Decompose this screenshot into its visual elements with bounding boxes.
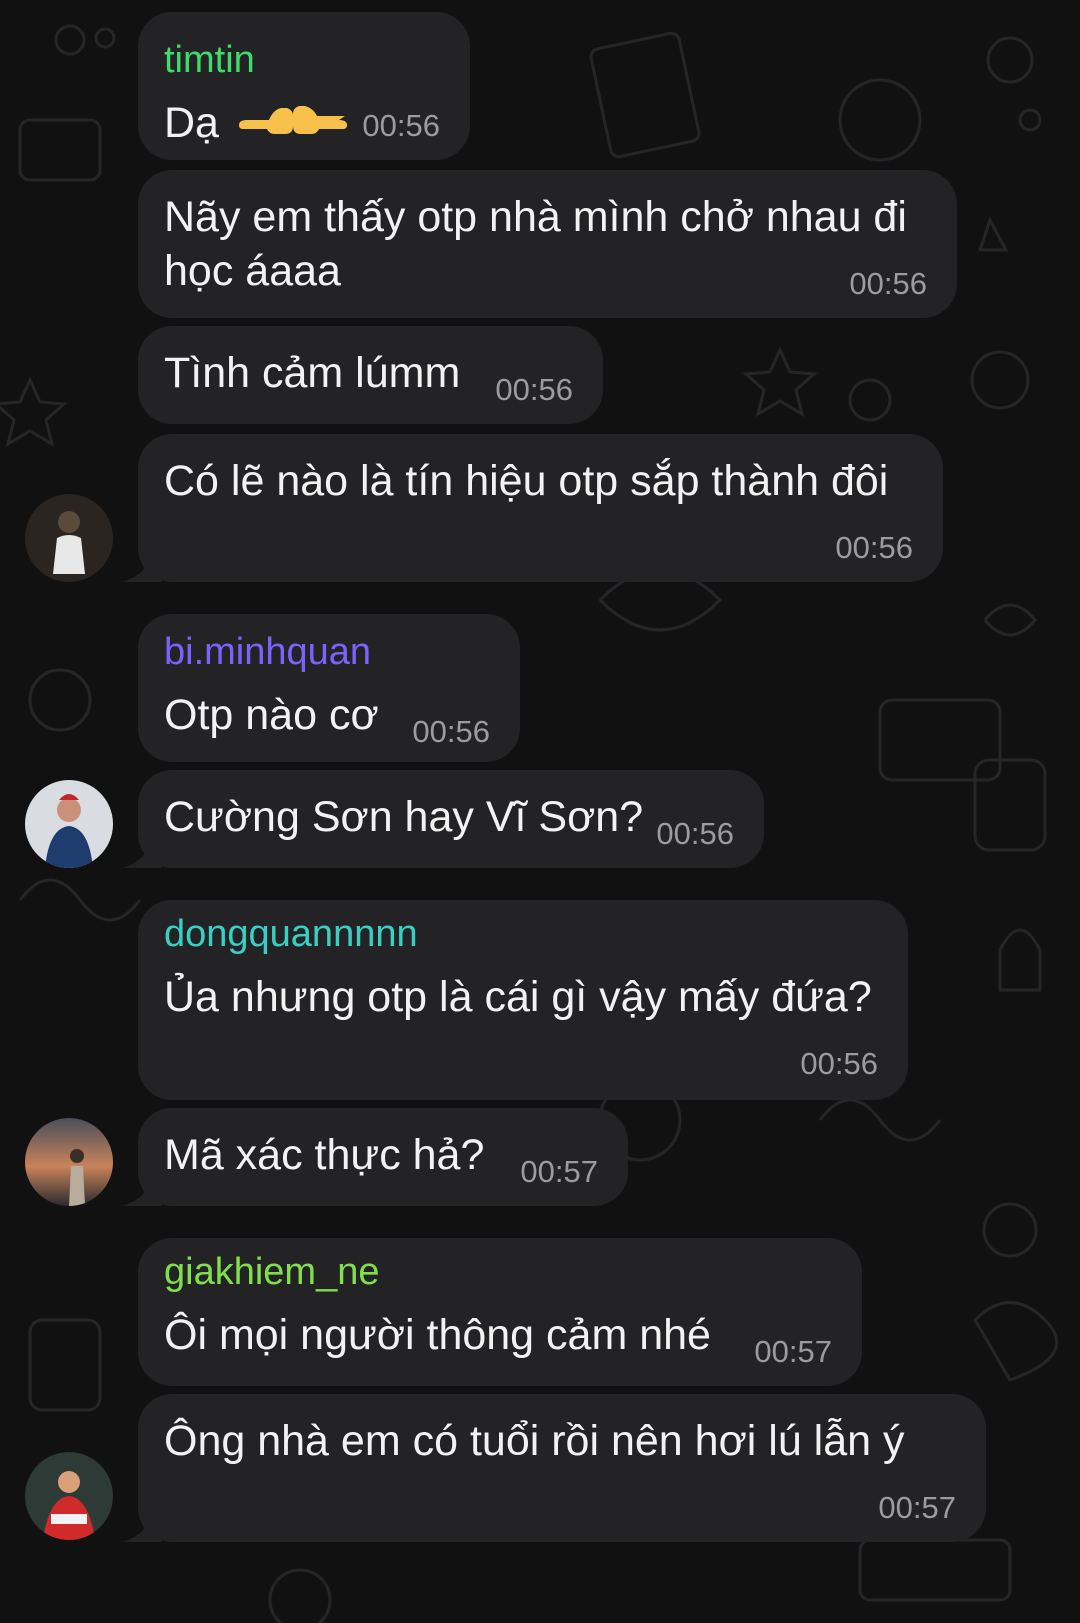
avatar[interactable] (25, 1452, 113, 1540)
message-text: Ôi mọi người thông cảm nhé (164, 1311, 711, 1359)
message-time: 00:56 (849, 266, 927, 301)
message-time: 00:56 (800, 1046, 878, 1081)
message-text-content: Dạ (164, 99, 219, 147)
avatar[interactable] (25, 1118, 113, 1206)
message-text: Ủa nhưng otp là cái gì vậy mấy đứa? (164, 973, 872, 1021)
sender-name[interactable]: dongquannnnn (164, 912, 418, 956)
avatar[interactable] (25, 780, 113, 868)
message-bubble[interactable]: Mã xác thực hả? 00:57 (122, 1108, 628, 1206)
message-bubble[interactable]: Cường Sơn hay Vĩ Sơn? 00:56 (122, 770, 764, 868)
message-bubble[interactable]: dongquannnnn Ủa nhưng otp là cái gì vậy … (138, 900, 908, 1100)
message-time: 00:57 (520, 1154, 598, 1189)
sender-name[interactable]: giakhiem_ne (164, 1250, 379, 1294)
message-bubble[interactable]: giakhiem_ne Ôi mọi người thông cảm nhé 0… (138, 1238, 862, 1386)
bubble-tail (122, 1176, 162, 1206)
message-text: Nãy em thấy otp nhà mình chở nhau đi học… (164, 193, 907, 295)
message-text: Có lẽ nào là tín hiệu otp sắp thành đôi (164, 457, 889, 505)
bubble-tail (122, 1512, 162, 1542)
bubble-tail (122, 552, 162, 582)
message-time: 00:56 (656, 816, 734, 851)
message-bubble[interactable]: Có lẽ nào là tín hiệu otp sắp thành đôi … (122, 434, 943, 582)
message-time: 00:56 (412, 714, 490, 749)
message-text: Cường Sơn hay Vĩ Sơn? (164, 793, 644, 841)
pointing-hands-emoji-icon (237, 99, 349, 153)
message-bubble[interactable]: Nãy em thấy otp nhà mình chở nhau đi học… (138, 170, 957, 318)
message-time: 00:57 (754, 1334, 832, 1369)
message-bubble[interactable]: Ông nhà em có tuổi rồi nên hơi lú lẫn ý … (122, 1394, 986, 1542)
message-bubble[interactable]: timtin Dạ 00:56 (138, 12, 470, 160)
avatar[interactable] (25, 494, 113, 582)
message-text: Ông nhà em có tuổi rồi nên hơi lú lẫn ý (164, 1417, 905, 1465)
message-bubble[interactable]: bi.minhquan Otp nào cơ 00:56 (138, 614, 520, 762)
message-time: 00:57 (878, 1490, 956, 1525)
message-time: 00:56 (495, 372, 573, 407)
bubble-tail (122, 838, 162, 868)
sender-name[interactable]: timtin (164, 38, 255, 82)
sender-name[interactable]: bi.minhquan (164, 630, 371, 674)
message-time: 00:56 (835, 530, 913, 565)
message-bubble[interactable]: Tình cảm lúmm 00:56 (138, 326, 603, 424)
message-time: 00:56 (362, 108, 440, 143)
